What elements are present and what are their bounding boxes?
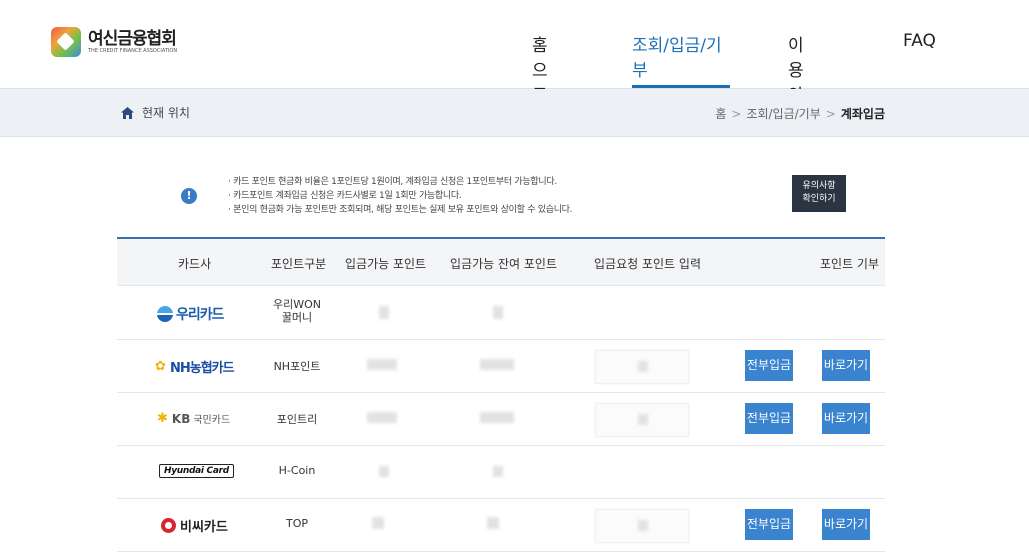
available-points-value — [367, 412, 397, 423]
woori-logo-icon — [157, 306, 173, 322]
table-row: 우리카드 우리WON 꿀머니 — [117, 286, 885, 340]
breadcrumb-bar: 현재 위치 홈 > 조회/입금/기부 > 계좌입금 — [0, 89, 1029, 137]
remaining-points-value — [480, 359, 514, 370]
woori-card-logo: 우리카드 — [157, 304, 225, 324]
header-request-input: 입금요청 포인트 입력 — [594, 257, 701, 271]
notice-line: 본인의 현금화 가능 포인트만 조회되며, 해당 포인트는 실제 보유 포인트와… — [228, 203, 572, 217]
header-point-donate: 포인트 기부 — [820, 257, 880, 271]
breadcrumb-separator: > — [731, 106, 742, 121]
point-type: TOP — [285, 517, 308, 530]
logo-title: 여신금융협회 — [88, 28, 177, 49]
current-location-label: 현재 위치 — [142, 106, 190, 120]
header-point-type: 포인트구분 — [271, 257, 327, 271]
deposit-all-button[interactable]: 전부입금 — [745, 509, 793, 540]
available-points-value — [379, 306, 389, 319]
go-donate-button[interactable]: 바로가기 — [822, 509, 870, 540]
caution-check-button[interactable]: 유의사항 확인하기 — [792, 175, 846, 212]
breadcrumb-current: 계좌입금 — [840, 107, 885, 121]
points-table: 카드사 포인트구분 입금가능 포인트 입금가능 잔여 포인트 입금요청 포인트 … — [117, 237, 885, 552]
info-icon: ! — [181, 188, 197, 204]
nh-logo-icon: ✿ — [155, 359, 166, 374]
point-type: 포인트리 — [276, 413, 318, 426]
table-header: 카드사 포인트구분 입금가능 포인트 입금가능 잔여 포인트 입금요청 포인트 … — [117, 237, 885, 286]
nav-inquiry-deposit-donate[interactable]: 조회/입금/기부 — [632, 31, 730, 88]
table-row: Hyundai Card H-Coin — [117, 446, 885, 499]
deposit-all-button[interactable]: 전부입금 — [745, 403, 793, 434]
point-type: NH포인트 — [273, 360, 321, 373]
available-points-value — [367, 359, 397, 370]
available-points-value — [379, 466, 389, 477]
go-donate-button[interactable]: 바로가기 — [822, 403, 870, 434]
nav-faq[interactable]: FAQ — [903, 31, 936, 88]
nh-card-logo: ✿ NH농협카드 — [155, 359, 235, 376]
logo-mark-icon — [51, 27, 81, 57]
remaining-points-value — [480, 412, 514, 423]
request-points-input[interactable] — [595, 509, 689, 543]
kb-card-logo: ✱ KB 국민카드 — [157, 411, 231, 426]
bc-card-logo: 비씨카드 — [161, 516, 228, 535]
table-row: ✱ KB 국민카드 포인트리 전부입금 바로가기 — [117, 393, 885, 446]
bc-logo-icon — [161, 518, 176, 533]
table-row: ✿ NH농협카드 NH포인트 전부입금 바로가기 — [117, 340, 885, 393]
notice-list: 카드 포인트 현금화 비율은 1포인트당 1원이며, 계좌입금 신청은 1포인트… — [228, 175, 572, 217]
association-logo[interactable]: 여신금융협회 THE CREDIT FINANCE ASSOCIATION — [51, 25, 177, 59]
request-points-input[interactable] — [595, 403, 689, 437]
point-type: 우리WON 꿀머니 — [272, 298, 321, 324]
breadcrumb-inquiry[interactable]: 조회/입금/기부 — [746, 105, 820, 122]
table-row: 비씨카드 TOP 전부입금 바로가기 — [117, 499, 885, 552]
notice-line: 카드포인트 계좌입금 신청은 카드사별로 1일 1회만 가능합니다. — [228, 189, 572, 203]
header-available-points: 입금가능 포인트 — [345, 257, 427, 271]
available-points-value — [372, 517, 384, 529]
home-icon — [121, 106, 134, 119]
request-points-input[interactable] — [595, 350, 689, 384]
remaining-points-value — [487, 517, 499, 529]
remaining-points-value — [493, 466, 503, 477]
go-donate-button[interactable]: 바로가기 — [822, 350, 870, 381]
kb-star-icon: ✱ — [157, 411, 168, 426]
hyundai-card-logo: Hyundai Card — [159, 464, 234, 478]
site-header: 여신금융협회 THE CREDIT FINANCE ASSOCIATION 홈으… — [0, 0, 1029, 131]
logo-subtitle: THE CREDIT FINANCE ASSOCIATION — [88, 47, 178, 54]
breadcrumb: 홈 > 조회/입금/기부 > 계좌입금 — [715, 105, 885, 122]
remaining-points-value — [493, 306, 503, 319]
notice-line: 카드 포인트 현금화 비율은 1포인트당 1원이며, 계좌입금 신청은 1포인트… — [228, 175, 572, 189]
breadcrumb-separator: > — [825, 106, 836, 121]
deposit-all-button[interactable]: 전부입금 — [745, 350, 793, 381]
point-type: H-Coin — [278, 464, 316, 477]
header-card-company: 카드사 — [178, 257, 212, 271]
nav-home[interactable]: 홈으로 — [532, 31, 548, 106]
nav-guide[interactable]: 이용안내 — [788, 31, 804, 131]
current-location: 현재 위치 — [121, 104, 190, 121]
breadcrumb-home[interactable]: 홈 — [715, 105, 726, 122]
header-remaining-points: 입금가능 잔여 포인트 — [450, 257, 557, 271]
